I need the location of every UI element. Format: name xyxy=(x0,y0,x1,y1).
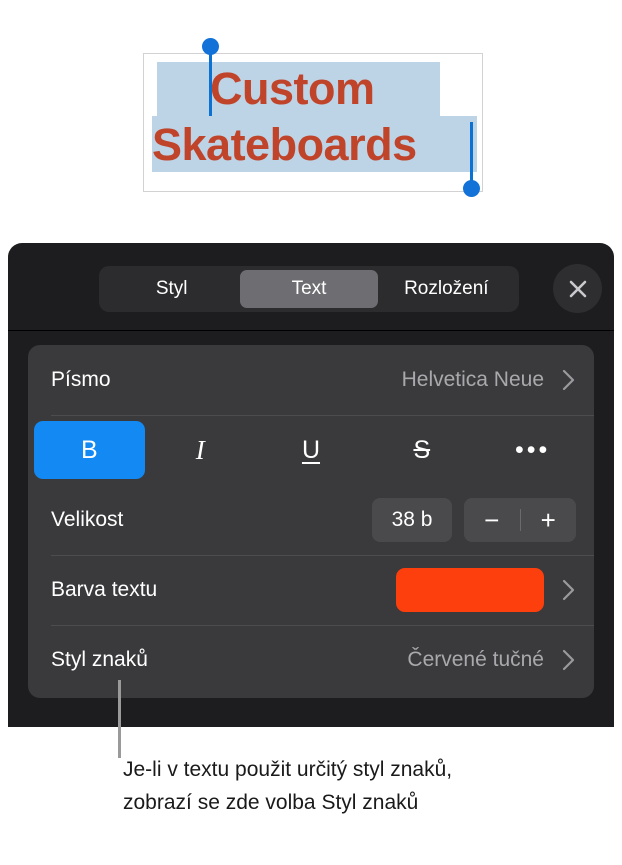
screenshot-root: Custom Skateboards Styl Text Rozložení P… xyxy=(0,0,622,865)
row-character-style[interactable]: Styl znaků Červené tučné xyxy=(28,625,594,695)
size-increment-button[interactable]: + xyxy=(521,505,577,536)
document-canvas[interactable]: Custom Skateboards xyxy=(0,0,622,243)
tab-styl[interactable]: Styl xyxy=(103,270,240,308)
row-text-color[interactable]: Barva textu xyxy=(28,555,594,625)
size-stepper[interactable]: − + xyxy=(464,498,576,542)
strikethrough-button[interactable]: S xyxy=(366,421,477,479)
row-format-buttons[interactable]: B I U S ••• xyxy=(28,415,594,485)
document-text-line-1[interactable]: Custom xyxy=(210,62,375,116)
format-tab-bar[interactable]: Styl Text Rozložení xyxy=(99,266,519,312)
selection-end-handle-line xyxy=(470,122,473,184)
text-color-swatch[interactable] xyxy=(396,568,544,612)
underline-button[interactable]: U xyxy=(256,421,367,479)
text-color-label: Barva textu xyxy=(51,578,158,601)
tab-rozlozeni[interactable]: Rozložení xyxy=(378,270,515,308)
row-size[interactable]: Velikost 38 b − + xyxy=(28,485,594,555)
selection-start-handle-line xyxy=(209,51,212,116)
size-value-field[interactable]: 38 b xyxy=(372,498,452,542)
bold-button[interactable]: B xyxy=(34,421,145,479)
close-button[interactable] xyxy=(553,264,602,313)
character-style-value: Červené tučné xyxy=(407,648,544,671)
chevron-right-icon-font xyxy=(562,368,576,392)
size-label: Velikost xyxy=(51,508,124,531)
tab-text[interactable]: Text xyxy=(240,270,378,308)
selection-end-handle[interactable] xyxy=(463,180,480,197)
character-style-label: Styl znaků xyxy=(51,648,148,671)
format-settings-card: Písmo Helvetica Neue B I U S ••• Velikos… xyxy=(28,345,594,698)
more-options-button[interactable]: ••• xyxy=(477,421,588,479)
document-text-line-2[interactable]: Skateboards xyxy=(152,118,417,172)
selection-start-handle[interactable] xyxy=(202,38,219,55)
chevron-right-icon-color xyxy=(562,578,576,602)
chevron-right-icon-character-style xyxy=(562,648,576,672)
size-decrement-button[interactable]: − xyxy=(464,505,520,536)
close-icon xyxy=(569,280,586,297)
row-font[interactable]: Písmo Helvetica Neue xyxy=(28,345,594,415)
callout-leader-line xyxy=(118,680,121,758)
font-label: Písmo xyxy=(51,368,111,391)
callout-text: Je-li v textu použit určitý styl znaků, … xyxy=(123,758,453,814)
font-value: Helvetica Neue xyxy=(401,368,544,391)
italic-button[interactable]: I xyxy=(145,421,256,479)
